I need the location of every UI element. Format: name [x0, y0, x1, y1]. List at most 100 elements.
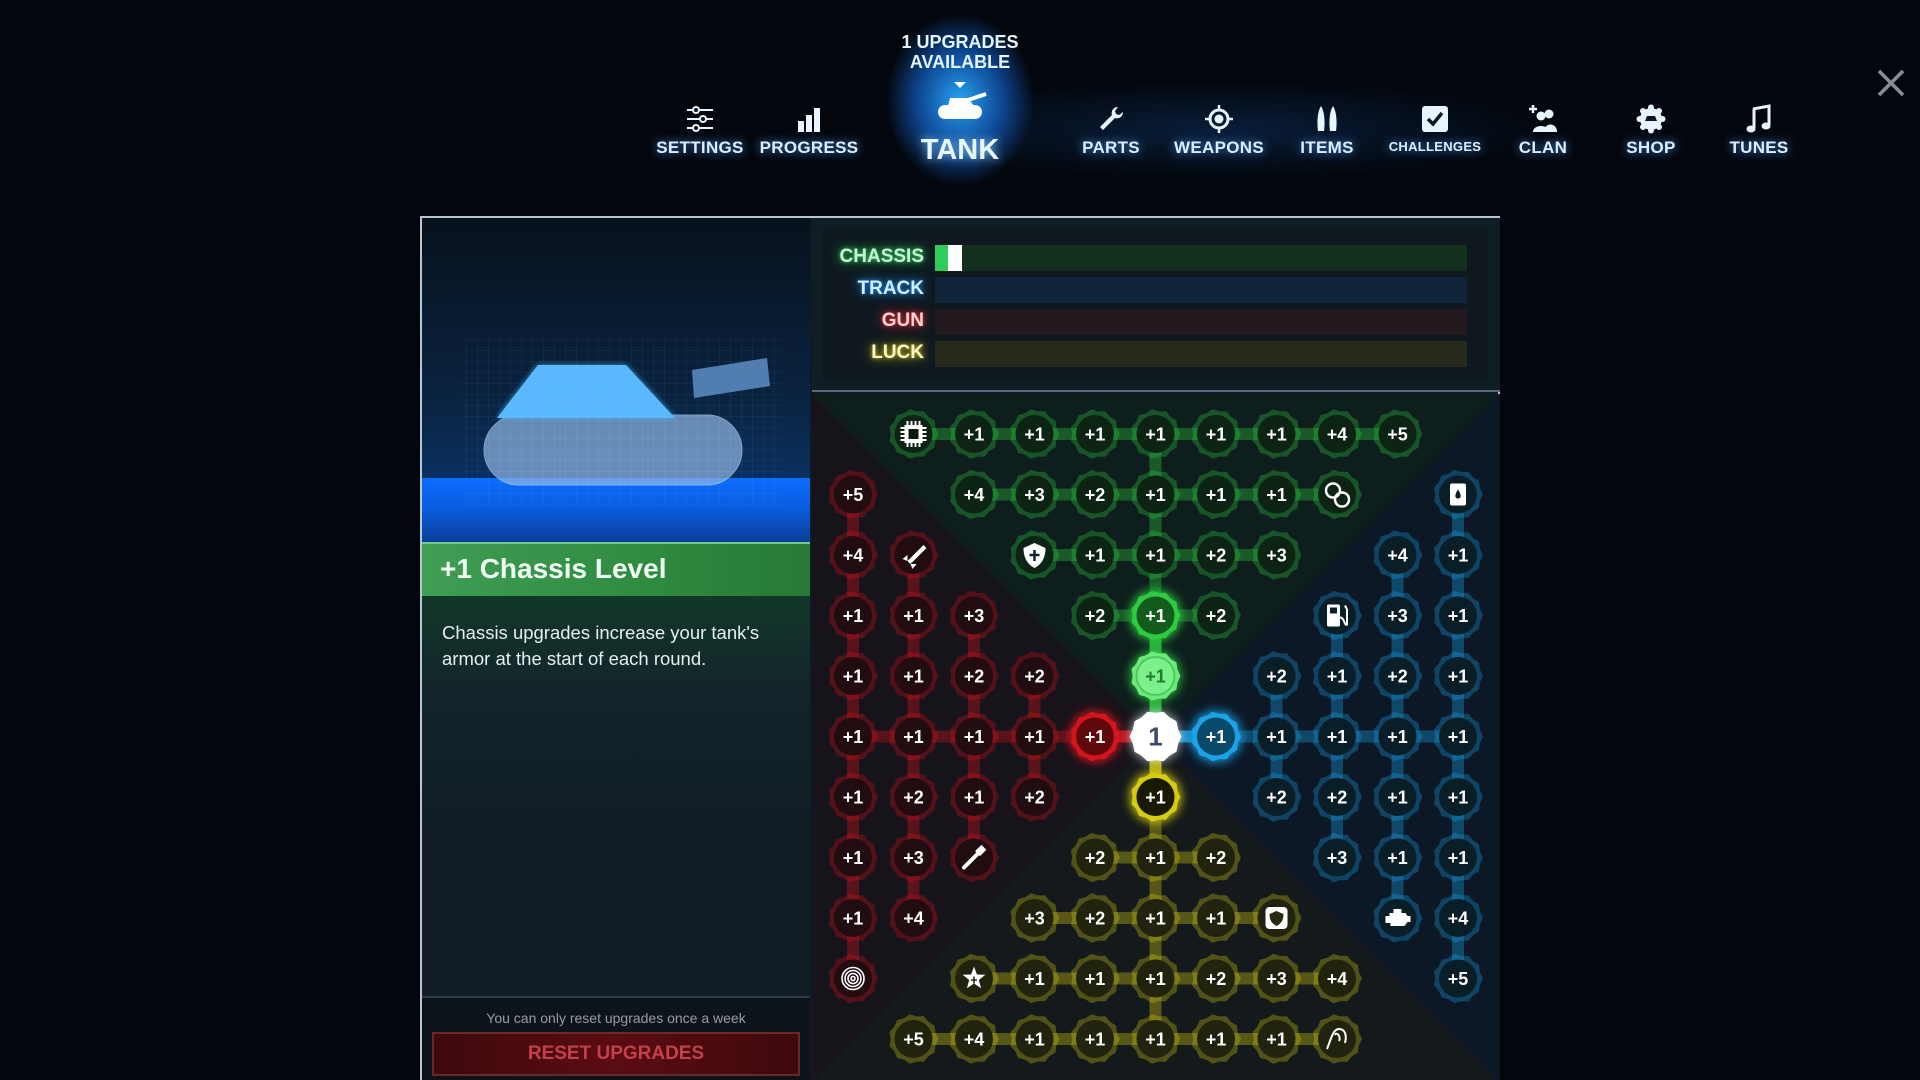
stat-bar-fill: [935, 245, 948, 271]
tree-node-value: +2: [903, 788, 924, 808]
selected-upgrade-title: +1 Chassis Level: [440, 553, 667, 584]
tree-node-value: +2: [1206, 606, 1227, 626]
tree-node-value: +1: [1206, 727, 1227, 747]
tree-node-value: +1: [903, 606, 924, 626]
upgrade-tree-canvas: +1 +1 +1 +1 +1 +1 +4 +5 +5 +4 +3 +2 +1 +1 +1 +4 +1 +1 +2 +3…: [812, 394, 1500, 1080]
tree-node-value: +2: [1085, 848, 1106, 868]
tree-node-value: +2: [1387, 667, 1408, 687]
tree-node-value: +5: [1387, 425, 1408, 445]
tree-node-value: +1: [1448, 546, 1469, 566]
stat-row-luck: LUCK: [822, 340, 1488, 368]
selected-upgrade-description: Chassis upgrades increase your tank's ar…: [442, 622, 760, 669]
tree-node-value: +4: [964, 1030, 985, 1050]
nav-weapons[interactable]: WEAPONS: [1164, 104, 1274, 158]
selected-upgrade-description-box: Chassis upgrades increase your tank's ar…: [422, 596, 810, 996]
tree-node-value: +3: [1266, 546, 1287, 566]
tree-node-value: +1: [1024, 727, 1045, 747]
tree-node-value: +2: [1206, 546, 1227, 566]
tree-node-value: +4: [1448, 909, 1469, 929]
shop-badge-icon: [1636, 104, 1666, 134]
tree-node-value: +1: [964, 788, 985, 808]
tree-node-value: +1: [964, 727, 985, 747]
tree-node-value: +1: [1145, 546, 1166, 566]
tree-node-value: +2: [1206, 848, 1227, 868]
stat-bar-track: [935, 277, 1467, 303]
tree-node-value: +1: [1145, 425, 1166, 445]
tree-node-value: +4: [1387, 546, 1408, 566]
tree-node-value: +4: [1327, 425, 1348, 445]
tree-node-value: +1: [1145, 485, 1166, 505]
add-user-icon: [1529, 105, 1557, 132]
tree-node-value: +2: [1327, 788, 1348, 808]
stat-label: LUCK: [871, 342, 924, 363]
stat-bar-track: [935, 309, 1467, 335]
stat-label: CHASSIS: [839, 246, 924, 267]
nav-label-tank: TANK: [920, 134, 1000, 166]
stat-bar-track: [935, 245, 1467, 271]
nav-label: ITEMS: [1300, 138, 1354, 157]
stat-label: GUN: [881, 310, 924, 331]
tree-node-value: +1: [1024, 425, 1045, 445]
stat-label: TRACK: [857, 278, 925, 299]
upgrade-panel: +1 Chassis Level Chassis upgrades increa…: [420, 216, 1500, 1080]
nav-challenges[interactable]: CHALLENGES: [1380, 104, 1490, 157]
tree-root-label: 1: [1148, 722, 1162, 752]
tree-node-value: +1: [1387, 788, 1408, 808]
tree-node-value: +3: [964, 606, 985, 626]
tree-node-value: +1: [1206, 1030, 1227, 1050]
tank-preview: [422, 218, 810, 542]
tree-node-value: +2: [1085, 909, 1106, 929]
tree-node-value: +1: [1085, 425, 1106, 445]
nav-tank[interactable]: 1 UPGRADES AVAILABLE TANK: [880, 32, 1040, 167]
tree-node-value: +1: [1145, 606, 1166, 626]
tree-node-value: +1: [843, 727, 864, 747]
tree-node-value: +1: [1206, 425, 1227, 445]
tree-node-value: +1: [1448, 606, 1469, 626]
tree-node-value: +1: [1085, 546, 1106, 566]
nav-label: SHOP: [1626, 138, 1676, 157]
checkbox-icon: [1422, 106, 1448, 132]
tree-node-value: +1: [1145, 909, 1166, 929]
tree-node-value: +1: [1145, 1030, 1166, 1050]
nav-progress[interactable]: PROGRESS: [754, 104, 864, 158]
tree-node-value: +2: [1085, 606, 1106, 626]
stat-row-chassis: CHASSIS: [822, 244, 1488, 272]
tree-node-value: +1: [1327, 667, 1348, 687]
nav-clan[interactable]: CLAN: [1488, 104, 1598, 158]
tree-node-value: +1: [1448, 788, 1469, 808]
tree-node-value: +1: [1448, 667, 1469, 687]
music-note-icon: [1746, 104, 1771, 133]
stats-panel: CHASSIS TRACK GUN LUCK: [812, 218, 1500, 392]
nav-tunes[interactable]: TUNES: [1704, 104, 1814, 158]
tree-node-value: +2: [1024, 788, 1045, 808]
tree-node-value: +1: [1266, 425, 1287, 445]
shells-icon: [1317, 106, 1337, 131]
close-icon[interactable]: [1876, 68, 1906, 98]
tree-node-value: +1: [1145, 788, 1166, 808]
upgrade-tree: +1 +1 +1 +1 +1 +1 +4 +5 +5 +4 +3 +2 +1 +1 +1 +4 +1 +1 +2 +3…: [812, 394, 1500, 1080]
barrel-icon: [1450, 483, 1466, 506]
tree-node-value: +1: [1266, 1030, 1287, 1050]
tree-node-value: +1: [1085, 1030, 1106, 1050]
tree-node-value: +1: [1266, 727, 1287, 747]
tree-node-value: +1: [1448, 727, 1469, 747]
nav-settings[interactable]: SETTINGS: [645, 104, 755, 158]
tree-node-value: +3: [1024, 909, 1045, 929]
nav-shop[interactable]: SHOP: [1596, 104, 1706, 158]
bar-chart-icon: [798, 108, 820, 132]
tree-node-value: +1: [1145, 848, 1166, 868]
tree-node-value: +1: [843, 788, 864, 808]
nav-items[interactable]: ITEMS: [1272, 104, 1382, 158]
tree-node-value: +1: [1024, 1030, 1045, 1050]
badge-line-1: 1 UPGRADES: [901, 32, 1019, 52]
reset-upgrades-button[interactable]: RESET UPGRADES: [432, 1032, 800, 1076]
tree-node-value: +1: [843, 848, 864, 868]
nav-parts[interactable]: PARTS: [1056, 104, 1166, 158]
tree-node-value: +1: [1266, 485, 1287, 505]
tree-node-value: +2: [1085, 485, 1106, 505]
tree-node-value: +5: [903, 1030, 924, 1050]
nav-label: PROGRESS: [759, 138, 859, 157]
tree-node-value: +1: [1327, 727, 1348, 747]
reset-note: You can only reset upgrades once a week: [486, 1010, 746, 1026]
tree-node-value: +4: [1327, 969, 1348, 989]
